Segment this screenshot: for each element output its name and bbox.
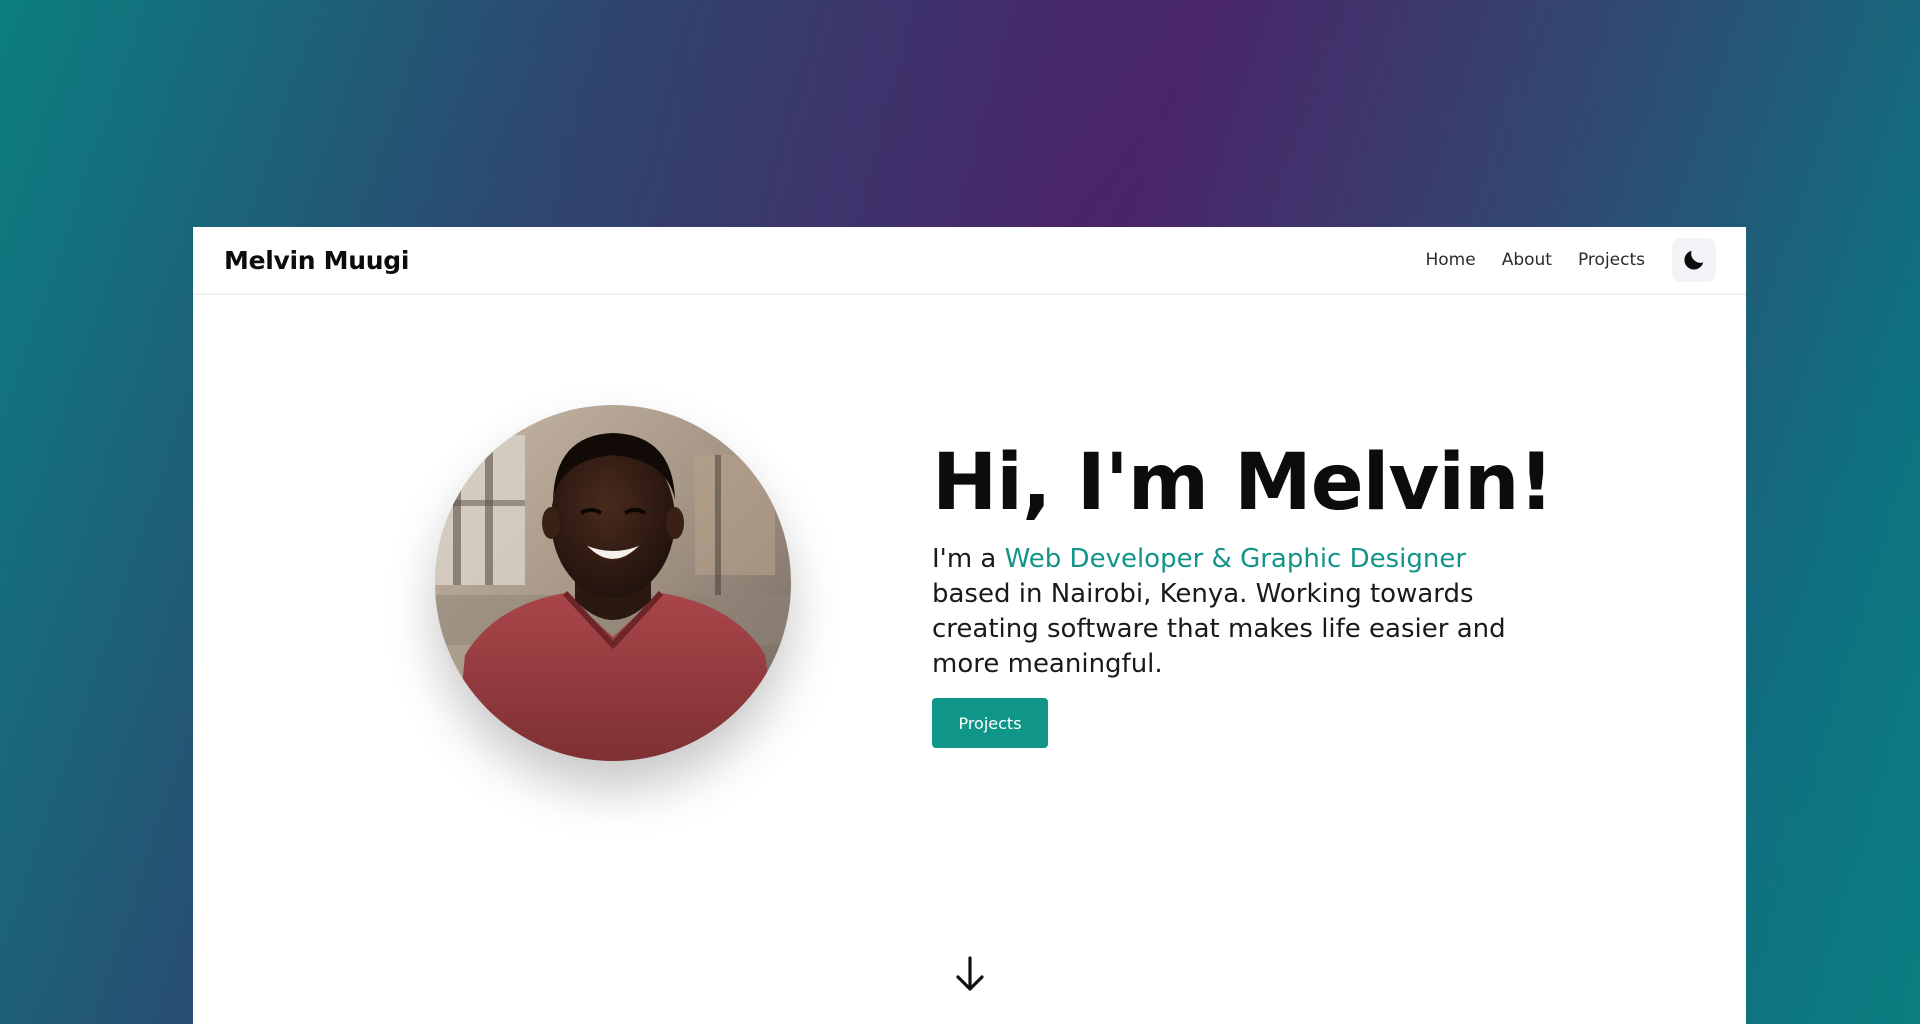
- arrow-down-icon: [956, 956, 984, 991]
- hero-intro: I'm a Web Developer & Graphic Designer b…: [932, 542, 1522, 682]
- intro-suffix: based in Nairobi, Kenya. Working towards…: [932, 579, 1506, 679]
- navbar: Melvin Muugi Home About Projects: [193, 227, 1746, 295]
- nav-link-projects[interactable]: Projects: [1578, 250, 1645, 270]
- hero-heading: Hi, I'm Melvin!: [932, 438, 1554, 528]
- hero-section: Hi, I'm Melvin! I'm a Web Developer & Gr…: [193, 295, 1746, 1024]
- portfolio-page: Melvin Muugi Home About Projects Hi, I'm…: [193, 227, 1746, 1024]
- moon-icon: [1684, 250, 1704, 270]
- site-brand[interactable]: Melvin Muugi: [224, 246, 409, 275]
- nav-menu: Home About Projects: [1426, 238, 1716, 282]
- nav-link-home[interactable]: Home: [1426, 250, 1476, 270]
- intro-prefix: I'm a: [932, 544, 1005, 574]
- theme-toggle-button[interactable]: [1672, 238, 1716, 282]
- intro-role-highlight: Web Developer & Graphic Designer: [1004, 544, 1467, 574]
- profile-photo: [435, 405, 791, 761]
- nav-link-about[interactable]: About: [1502, 250, 1552, 270]
- projects-button[interactable]: Projects: [932, 698, 1048, 748]
- hero-text: Hi, I'm Melvin! I'm a Web Developer & Gr…: [932, 438, 1554, 748]
- scroll-down-button[interactable]: [954, 955, 986, 993]
